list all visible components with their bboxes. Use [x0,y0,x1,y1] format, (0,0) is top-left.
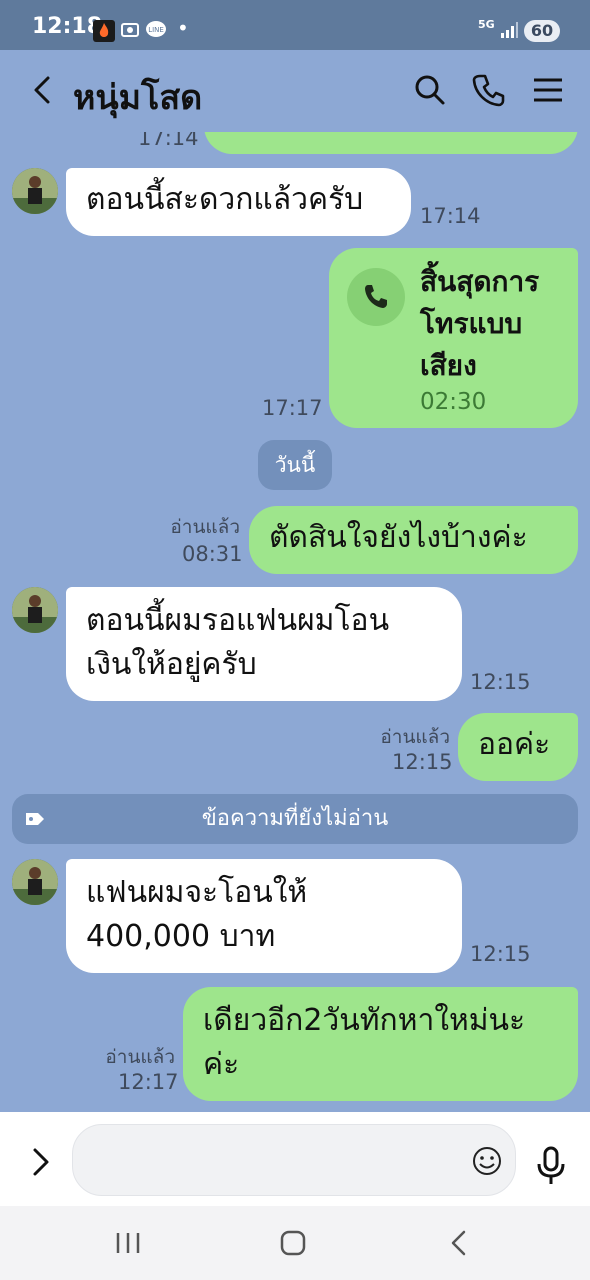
outgoing-message-bubble[interactable]: เดียวอีก2วันทักหาใหม่นะ ค่ะ [183,987,578,1101]
screenshot-icon [120,20,140,40]
call-duration: 02:30 [420,389,487,415]
phone-icon [472,74,505,107]
menu-button[interactable] [530,72,566,108]
message-time: 12:15 [470,670,531,694]
emoji-button[interactable] [471,1145,503,1181]
expand-button[interactable] [26,1144,56,1184]
recent-apps-button[interactable] [114,1230,142,1260]
message-text: ออค่ะ [478,727,551,762]
cutoff-message-time: 17:14 [138,132,199,150]
outgoing-message-bubble[interactable]: ออค่ะ [458,713,578,781]
microphone-icon [537,1146,565,1184]
message-time: 12:15 [392,750,453,774]
back-nav-button[interactable] [446,1229,472,1261]
emoji-icon [473,1147,501,1175]
incoming-message-bubble[interactable]: ตอนนี้สะดวกแล้วครับ [66,168,411,236]
system-nav-bar [0,1206,590,1280]
message-text-line1: ตอนนี้ผมรอแฟนผมโอน [86,603,390,638]
message-text-line1: เดียวอีก2วันทักหาใหม่นะ [203,1003,526,1038]
fire-app-icon [93,20,115,42]
expand-icon [33,1148,49,1176]
message-text-line2: 400,000 บาท [86,919,276,954]
message-text-line2: ค่ะ [203,1047,240,1082]
signal-icon [500,22,518,42]
message-input[interactable] [72,1124,516,1196]
date-divider: วันนี้ [258,440,332,490]
avatar[interactable] [12,859,58,905]
message-time: 12:15 [470,942,531,966]
incoming-message-bubble[interactable]: ตอนนี้ผมรอแฟนผมโอน เงินให้อยู่ครับ [66,587,462,701]
incoming-message-bubble[interactable]: แฟนผมจะโอนให้ 400,000 บาท [66,859,462,973]
avatar[interactable] [12,168,58,214]
call-icon-circle [347,268,405,326]
unread-divider: ข้อความที่ยังไม่อ่าน [12,794,578,844]
read-receipt: อ่านแล้ว [105,1046,175,1068]
network-label: 5G [478,18,495,31]
message-text: ตัดสินใจยังไงบ้างค่ะ [269,520,528,555]
battery-indicator: 60 [524,20,560,42]
message-time: 08:31 [182,542,243,566]
call-status-line2: โทรแบบ [420,307,523,340]
home-icon [280,1230,306,1256]
cutoff-message-bubble[interactable] [204,132,578,154]
home-button[interactable] [279,1229,307,1261]
back-nav-icon [451,1230,466,1256]
back-chevron-icon [34,76,50,104]
unread-divider-label: ข้อความที่ยังไม่อ่าน [201,806,389,831]
phone-icon [365,285,387,308]
call-time: 17:17 [262,396,323,420]
call-ended-bubble[interactable]: สิ้นสุดการ โทรแบบ เสียง 02:30 [329,248,578,428]
message-time: 12:17 [118,1070,179,1094]
call-status-line1: สิ้นสุดการ [420,265,540,298]
status-time: 12:18 [32,14,103,39]
search-button[interactable] [412,72,448,108]
input-bar [0,1112,590,1206]
outgoing-message-bubble[interactable]: ตัดสินใจยังไงบ้างค่ะ [249,506,578,574]
line-app-icon: LINE [145,20,167,40]
notification-dot: • [177,16,189,40]
read-receipt: อ่านแล้ว [380,726,450,748]
svg-text:LINE: LINE [148,26,164,34]
chat-area: 17:14 ตอนนี้สะดวกแล้วครับ 17:14 สิ้นสุดก… [0,132,590,1112]
back-button[interactable] [28,70,58,110]
message-text-line2: เงินให้อยู่ครับ [86,647,257,682]
chat-title: หนุ่มโสด [73,78,203,118]
message-text-line1: แฟนผมจะโอนให้ [86,875,308,910]
microphone-button[interactable] [535,1146,567,1190]
call-button[interactable] [471,72,507,108]
recent-apps-icon [116,1233,140,1253]
status-bar: 12:18 LINE • 5G 60 [0,0,590,50]
read-receipt: อ่านแล้ว [170,516,240,538]
chat-header: หนุ่มโสด [0,50,590,132]
message-time: 17:14 [420,204,481,228]
avatar[interactable] [12,587,58,633]
call-status-line3: เสียง [420,349,477,382]
search-icon [415,75,445,105]
date-divider-label: วันนี้ [274,453,316,477]
menu-icon [534,78,562,102]
message-text: ตอนนี้สะดวกแล้วครับ [86,182,364,217]
